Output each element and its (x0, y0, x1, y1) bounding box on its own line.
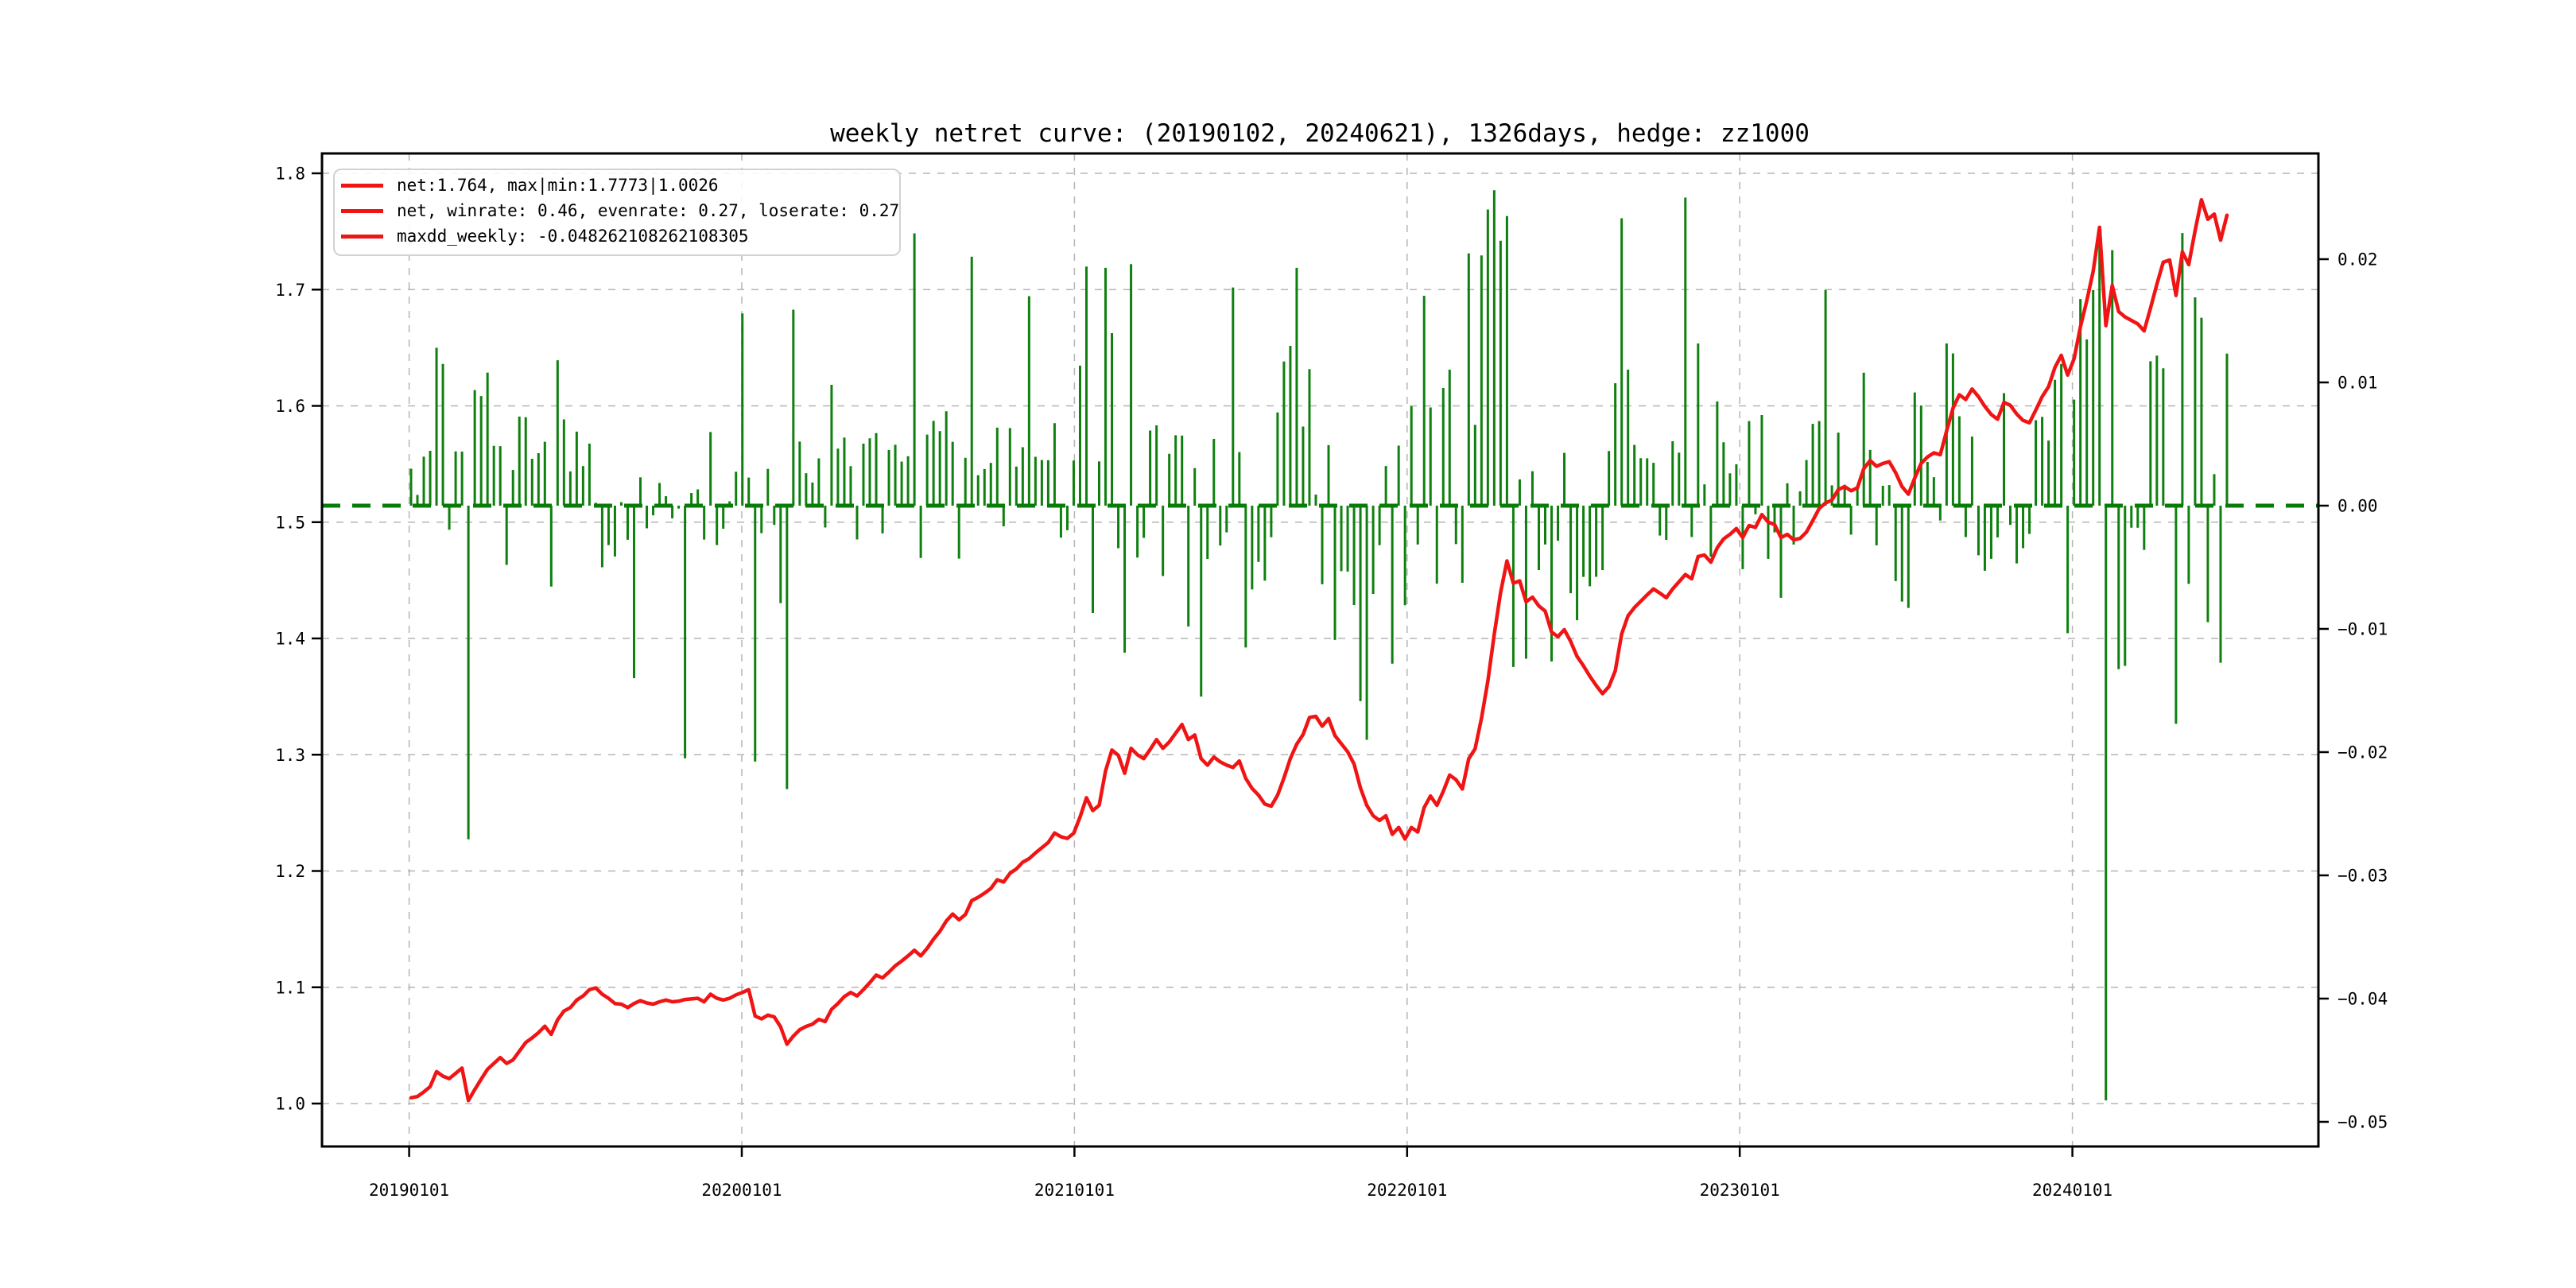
left-axis-tick-label: 1.7 (275, 281, 305, 300)
legend-entry-label: net:1.764, max|min:1.7773|1.0026 (397, 176, 719, 195)
right-axis-tick-label: 0.02 (2337, 250, 2378, 270)
left-axis-tick-label: 1.4 (275, 630, 305, 649)
legend-entry-label: net, winrate: 0.46, evenrate: 0.27, lose… (397, 201, 900, 220)
plot-border (320, 152, 2320, 1148)
matplotlib-figure: 1.8 1.7 1.6 1.5 1.4 1.3 1.2 1.1 1.0 0.02 0.01 0.00 −… (0, 0, 2576, 1288)
weekly-return-bars (409, 190, 2229, 1101)
left-axis-tick-label: 1.8 (275, 165, 305, 184)
x-axis-tick-label: 20200101 (701, 1181, 782, 1200)
chart-title: weekly netret curve: (20190102, 20240621… (830, 119, 1810, 148)
right-axis-tick-label: 0.00 (2337, 497, 2378, 516)
right-axis-tick-label: −0.05 (2337, 1113, 2388, 1132)
legend-row: net, winrate: 0.46, evenrate: 0.27, lose… (341, 198, 899, 223)
x-axis-tick-label: 20210101 (1034, 1181, 1115, 1200)
left-axis-tick-label: 1.5 (275, 513, 305, 532)
legend-line-swatch (341, 208, 383, 213)
left-axis-tick-label: 1.1 (275, 978, 305, 997)
left-axis-tick-label: 1.6 (275, 397, 305, 416)
x-axis-tick-label: 20220101 (1367, 1181, 1447, 1200)
x-axis-tick-label: 20230101 (1700, 1181, 1780, 1200)
net-curve (409, 197, 2229, 1103)
legend-entry-label: maxdd_weekly: -0.048262108262108305 (397, 227, 749, 246)
legend-row: maxdd_weekly: -0.048262108262108305 (341, 223, 899, 249)
legend-box: net:1.764, max|min:1.7773|1.0026 net, win… (333, 169, 901, 256)
legend-line-swatch (341, 183, 383, 188)
right-axis-tick-label: −0.02 (2337, 743, 2388, 762)
right-axis-tick-label: −0.03 (2337, 867, 2388, 886)
legend-line-swatch (341, 234, 383, 239)
right-axis-tick-label: −0.01 (2337, 620, 2388, 639)
right-axis-tick-label: −0.04 (2337, 990, 2388, 1009)
legend-row: net:1.764, max|min:1.7773|1.0026 (341, 173, 899, 198)
x-axis-tick-label: 20240101 (2032, 1181, 2112, 1200)
x-axis-tick-label: 20190101 (369, 1181, 449, 1200)
left-axis-tick-label: 1.2 (275, 862, 305, 881)
right-axis-tick-label: 0.01 (2337, 374, 2378, 393)
left-axis-tick-label: 1.0 (275, 1095, 305, 1114)
left-axis-tick-label: 1.3 (275, 746, 305, 765)
